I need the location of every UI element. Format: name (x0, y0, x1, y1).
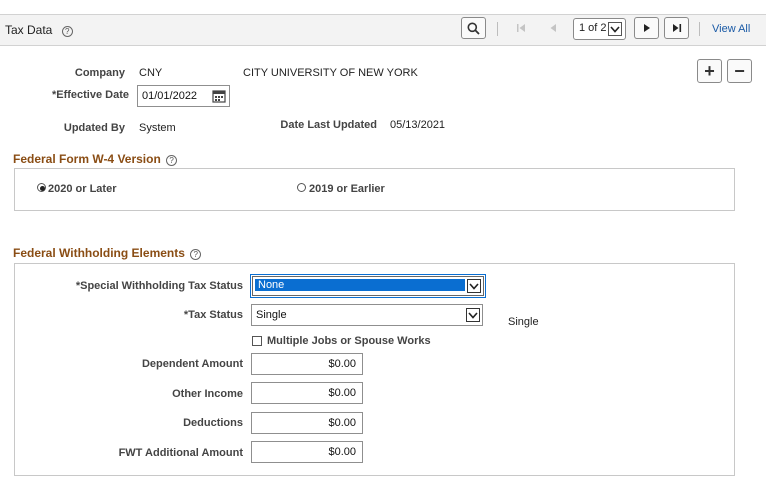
delete-row-button[interactable]: − (727, 59, 752, 83)
page-title-text: Tax Data (5, 23, 53, 37)
fwt-additional-amount-label: FWT Additional Amount (118, 447, 243, 459)
special-status-value: None (255, 279, 465, 291)
effective-date-value: 01/01/2022 (142, 90, 198, 102)
deductions-label: Deductions (183, 417, 243, 429)
radio-2020-or-later-label[interactable]: 2020 or Later (48, 183, 116, 195)
special-status-select[interactable]: None (250, 274, 486, 298)
page-selector[interactable]: 1 of 2 (573, 18, 626, 40)
add-row-button[interactable]: + (697, 59, 722, 83)
company-name: CITY UNIVERSITY OF NEW YORK (243, 67, 418, 79)
deductions-field[interactable]: $0.00 (251, 412, 363, 434)
search-button[interactable] (461, 17, 486, 39)
effective-date-label: *Effective Date (51, 89, 129, 101)
page-selector-text: 1 of 2 (579, 22, 607, 34)
toolbar-separator (699, 22, 700, 36)
special-status-label: *Special Withholding Tax Status (75, 280, 243, 292)
search-icon (467, 22, 480, 35)
previous-page-icon[interactable] (548, 23, 558, 33)
last-page-icon (672, 24, 681, 32)
date-last-updated-value: 05/13/2021 (390, 119, 446, 131)
fwt-additional-amount-field[interactable]: $0.00 (251, 441, 363, 463)
help-icon[interactable]: ? (61, 26, 73, 37)
company-label: Company (74, 67, 125, 79)
tax-status-select[interactable]: Single (251, 304, 483, 326)
tax-status-display: Single (508, 316, 539, 328)
toolbar-separator (497, 22, 498, 36)
tax-status-label: *Tax Status (183, 309, 243, 321)
chevron-down-icon (466, 308, 480, 322)
page-title: Tax Data ? (5, 23, 73, 37)
next-page-icon (643, 24, 650, 32)
updated-by-label: Updated By (63, 122, 125, 134)
chevron-down-icon (467, 279, 481, 293)
radio-2019-or-earlier-label[interactable]: 2019 or Earlier (309, 183, 385, 195)
updated-by-value: System (139, 122, 176, 134)
next-page-button[interactable] (634, 17, 659, 39)
withholding-section-title: Federal Withholding Elements ? (13, 246, 202, 260)
dependent-amount-field[interactable]: $0.00 (251, 353, 363, 375)
other-income-label: Other Income (172, 388, 243, 400)
radio-2020-or-later[interactable] (37, 183, 46, 192)
view-all-link[interactable]: View All (712, 23, 750, 35)
other-income-field[interactable]: $0.00 (251, 382, 363, 404)
help-icon[interactable]: ? (190, 249, 202, 260)
tax-status-value: Single (256, 309, 287, 321)
multiple-jobs-checkbox[interactable] (252, 336, 262, 346)
help-icon[interactable]: ? (166, 155, 178, 166)
multiple-jobs-label[interactable]: Multiple Jobs or Spouse Works (267, 335, 431, 347)
first-page-icon[interactable] (516, 23, 526, 33)
date-last-updated-label: Date Last Updated (280, 119, 377, 131)
minus-icon: − (734, 61, 745, 81)
effective-date-field[interactable]: 01/01/2022 (137, 85, 230, 107)
last-page-button[interactable] (664, 17, 689, 39)
w4-version-title-text: Federal Form W-4 Version (13, 152, 161, 166)
radio-2019-or-earlier[interactable] (297, 183, 306, 192)
company-code: CNY (139, 67, 163, 79)
special-status-select-inner: None (252, 276, 484, 296)
calendar-icon[interactable] (212, 89, 226, 103)
withholding-title-text: Federal Withholding Elements (13, 246, 185, 260)
chevron-down-icon (608, 22, 622, 36)
dependent-amount-label: Dependent Amount (141, 358, 243, 370)
plus-icon: + (704, 61, 715, 81)
w4-version-section-title: Federal Form W-4 Version ? (13, 152, 178, 166)
